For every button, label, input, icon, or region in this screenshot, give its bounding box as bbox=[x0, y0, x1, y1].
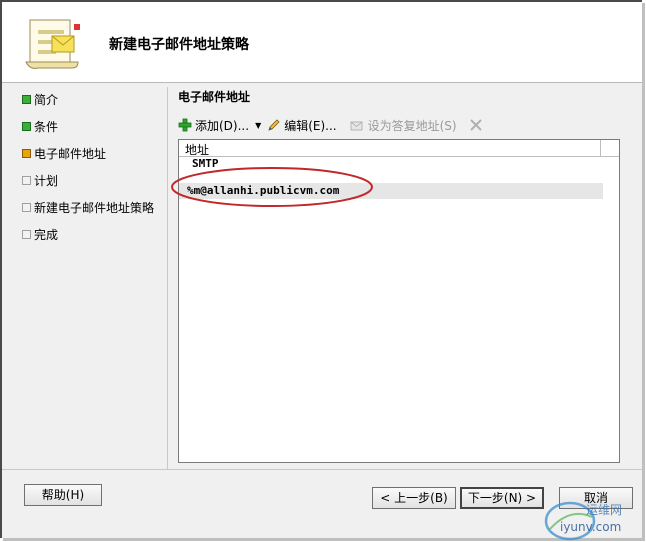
edit-button-label: 编辑(E)... bbox=[284, 118, 337, 133]
step-label: 新建电子邮件地址策略 bbox=[34, 201, 155, 215]
step-label: 计划 bbox=[34, 174, 59, 188]
dialog-title: 新建电子邮件地址策略 bbox=[109, 37, 249, 53]
step-conditions: 条件 bbox=[22, 119, 162, 135]
help-button[interactable]: 帮助(H) bbox=[24, 484, 102, 506]
step-schedule: 计划 bbox=[22, 173, 162, 189]
step-intro: 简介 bbox=[22, 92, 162, 108]
step-pending-icon bbox=[22, 230, 31, 239]
address-list[interactable]: 地址 SMTP %m@allanhi.publicvm.com bbox=[178, 139, 620, 463]
envelope-icon bbox=[350, 121, 363, 131]
address-toolbar: 添加(D)... ▼ 编辑(E)... 设为答复地址(S) bbox=[178, 116, 483, 134]
back-button[interactable]: < 上一步(B) bbox=[372, 487, 456, 509]
wizard-steps: 简介 条件 电子邮件地址 计划 新建电子邮件地址策略 完成 bbox=[22, 92, 162, 254]
step-new-policy: 新建电子邮件地址策略 bbox=[22, 200, 162, 216]
nav-divider bbox=[167, 87, 168, 472]
step-label: 完成 bbox=[34, 228, 59, 242]
wizard-dialog: 新建电子邮件地址策略 简介 条件 电子邮件地址 计划 新建电子邮件地址策略 完成 bbox=[0, 0, 642, 541]
step-complete-icon bbox=[22, 95, 31, 104]
address-cell: %m@allanhi.publicvm.com bbox=[187, 184, 340, 197]
column-separator bbox=[600, 140, 601, 156]
delete-button[interactable] bbox=[469, 118, 483, 132]
set-reply-address-button[interactable]: 设为答复地址(S) bbox=[349, 117, 457, 134]
table-row[interactable]: %m@allanhi.publicvm.com bbox=[179, 183, 603, 199]
list-header: 地址 bbox=[179, 140, 619, 157]
edit-button[interactable]: 编辑(E)... bbox=[267, 117, 337, 134]
section-title: 电子邮件地址 bbox=[178, 90, 251, 104]
add-button[interactable]: 添加(D)... bbox=[178, 117, 249, 134]
pencil-icon bbox=[268, 119, 280, 131]
step-label: 电子邮件地址 bbox=[34, 147, 107, 161]
add-button-label: 添加(D)... bbox=[195, 118, 250, 133]
step-pending-icon bbox=[22, 203, 31, 212]
next-button[interactable]: 下一步(N) > bbox=[460, 487, 544, 509]
step-email-addresses: 电子邮件地址 bbox=[22, 146, 162, 162]
step-finish: 完成 bbox=[22, 227, 162, 243]
step-current-icon bbox=[22, 149, 31, 158]
step-complete-icon bbox=[22, 122, 31, 131]
wizard-header: 新建电子邮件地址策略 bbox=[2, 2, 642, 82]
delete-x-icon bbox=[469, 119, 482, 131]
column-header-address[interactable]: 地址 bbox=[185, 141, 209, 158]
set-reply-address-label: 设为答复地址(S) bbox=[367, 118, 457, 133]
step-pending-icon bbox=[22, 176, 31, 185]
green-plus-icon bbox=[178, 118, 192, 132]
add-dropdown-arrow-icon[interactable]: ▼ bbox=[255, 121, 261, 130]
email-policy-scroll-icon bbox=[25, 19, 80, 69]
step-label: 简介 bbox=[34, 93, 59, 107]
step-label: 条件 bbox=[34, 120, 59, 134]
list-group-smtp: SMTP bbox=[192, 157, 219, 170]
cancel-button[interactable]: 取消 bbox=[559, 487, 633, 509]
